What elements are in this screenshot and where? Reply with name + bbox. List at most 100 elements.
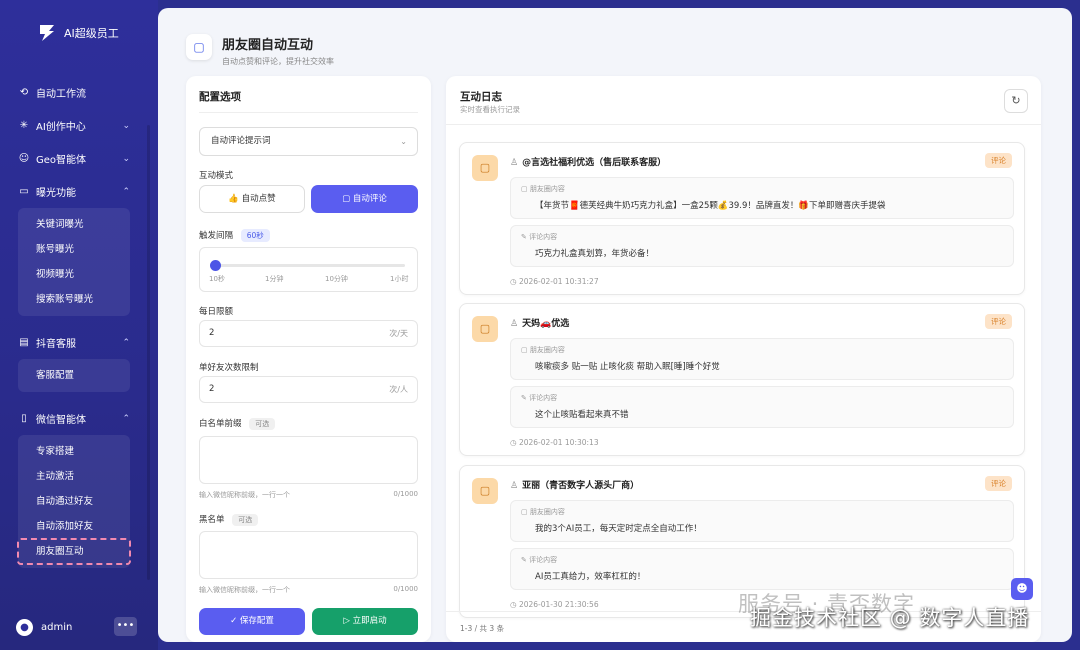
moment-label: ▢ 朋友圈内容 [521, 346, 565, 354]
log-title: 互动日志 [460, 91, 502, 103]
divider [446, 124, 1041, 125]
comment-content-box: ✎ 评论内容 巧克力礼盒真划算，年货必备！ [510, 225, 1014, 267]
friend-limit-label: 单好友次数限制 [199, 363, 259, 373]
friend-limit-input[interactable]: 2 次/人 [199, 376, 418, 403]
interval-slider-track[interactable] [213, 264, 405, 267]
interval-slider-box: 10秒 1分钟 10分钟 1小时 [199, 247, 418, 292]
page-title: 朋友圈自动互动 [222, 38, 314, 53]
phone-icon: ▯ [21, 412, 27, 424]
sidebar-subitem-video[interactable]: 视频曝光 [18, 262, 130, 287]
sidebar-item-workflow[interactable]: ⟲ 自动工作流 [0, 76, 158, 109]
sidebar-subitem-account[interactable]: 账号曝光 [18, 237, 130, 262]
sidebar-subitem-moments[interactable]: 朋友圈互动 [17, 538, 131, 565]
sidebar-item-label: Geo智能体 [36, 155, 87, 166]
save-config-label: 保存配置 [239, 616, 274, 626]
sidebar-item-label: AI创作中心 [36, 122, 86, 133]
refresh-button[interactable]: ↻ [1004, 89, 1028, 113]
sidebar-item-douyin[interactable]: ▤ 抖音客服 ⌃ [0, 326, 158, 359]
slider-tick: 1小时 [390, 275, 409, 283]
sidebar-item-label: 自动工作流 [36, 89, 86, 100]
comment-label: ✎ 评论内容 [521, 394, 558, 402]
interval-value-badge: 60秒 [240, 229, 270, 242]
chat-icon: ▢ [521, 346, 530, 354]
blacklist-count: 0/1000 [393, 585, 418, 593]
log-entry-time: ◷ 2026-01-30 21:30:56 [510, 600, 599, 609]
main-panel: ▢ 朋友圈自动互动 自动点赞和评论，提升社交效率 配置选项 自动评论提示词 ⌄ … [158, 8, 1072, 642]
comment-content: 巧克力礼盒真划算，年货必备！ [535, 249, 655, 259]
play-icon: ▷ [343, 616, 350, 626]
sidebar-subitem-search-account[interactable]: 搜索账号曝光 [18, 287, 130, 312]
clock-icon: ◷ [510, 600, 519, 609]
moment-content-box: ▢ 朋友圈内容 咳嗽痰多 贴一贴 止咳化痰 帮助入眠[睡]睡个好觉 [510, 338, 1014, 380]
app-logo[interactable]: AI超级员工 [36, 22, 119, 44]
blacklist-textarea[interactable] [199, 531, 418, 579]
log-entry[interactable]: ▢ ♙ @言选社福利优选（售后联系客服） 评论 ▢ 朋友圈内容 【年货节🧧德芙经典… [459, 142, 1025, 295]
sidebar-item-wechat[interactable]: ▯ 微信智能体 ⌃ [0, 402, 158, 435]
sidebar-scrollbar[interactable] [147, 125, 150, 580]
sidebar-item-label: 微信智能体 [36, 415, 86, 426]
user-icon: ♙ [510, 158, 519, 168]
sidebar-subitem-auto-accept[interactable]: 自动通过好友 [18, 489, 130, 514]
whitelist-hint: 输入微信昵称前缀，一行一个 [199, 491, 290, 499]
pagination-info: 1-3 / 共 3 条 [460, 624, 505, 633]
moment-label: ▢ 朋友圈内容 [521, 508, 565, 516]
blacklist-hint: 输入微信昵称前缀，一行一个 [199, 586, 290, 594]
comment-label: ✎ 评论内容 [521, 233, 558, 241]
assistant-robot-icon[interactable]: ☻ [1011, 578, 1033, 600]
prompt-select[interactable]: 自动评论提示词 ⌄ [199, 127, 418, 156]
config-card: 配置选项 自动评论提示词 ⌄ 互动模式 👍 自动点赞 ▢ 自动评论 触发间隔 6… [186, 76, 431, 642]
user-profile[interactable]: ● admin [16, 619, 72, 636]
start-now-button[interactable]: ▷ 立即启动 [312, 608, 418, 635]
chat-icon: ▢ [186, 34, 212, 60]
user-icon: ☺ [18, 152, 30, 164]
log-entry-name: @言选社福利优选（售后联系客服） [522, 158, 667, 168]
save-config-button[interactable]: ✓ 保存配置 [199, 608, 305, 635]
log-entry[interactable]: ▢ ♙ 天妈🚗优选 评论 ▢ 朋友圈内容 咳嗽痰多 贴一贴 止咳化痰 帮助入眠[睡… [459, 303, 1025, 456]
daily-limit-input[interactable]: 2 次/天 [199, 320, 418, 347]
app-name: AI超级员工 [64, 27, 119, 40]
douyin-submenu: 客服配置 [18, 359, 130, 392]
comment-icon: ▢ [342, 194, 351, 204]
more-button[interactable]: ••• [114, 617, 137, 636]
check-icon: ✓ [230, 616, 238, 626]
monitor-icon: ▭ [19, 185, 29, 197]
sidebar-item-geo[interactable]: ☺ Geo智能体 ⌄ [0, 142, 158, 175]
log-entry-time: ◷ 2026-02-01 10:30:13 [510, 438, 599, 447]
sidebar-subitem-service-config[interactable]: 客服配置 [18, 363, 130, 388]
logo-icon [40, 25, 54, 41]
moment-content: 我的3个AI员工，每天定时定点全自动工作！ [535, 524, 702, 534]
sidebar-subitem-keyword[interactable]: 关键词曝光 [18, 212, 130, 237]
interval-slider-handle[interactable] [210, 260, 221, 271]
whitelist-textarea[interactable] [199, 436, 418, 484]
auto-like-button[interactable]: 👍 自动点赞 [199, 185, 305, 213]
log-entry-time: ◷ 2026-02-01 10:31:27 [510, 277, 599, 286]
daily-limit-label: 每日限额 [199, 307, 234, 317]
friend-limit-unit: 次/人 [389, 385, 408, 394]
moment-content: 咳嗽痰多 贴一贴 止咳化痰 帮助入眠[睡]睡个好觉 [535, 362, 720, 372]
chevron-down-icon: ⌄ [122, 154, 130, 164]
comment-content-box: ✎ 评论内容 AI员工真给力，效率杠杠的！ [510, 548, 1014, 590]
sidebar-subitem-expert[interactable]: 专家搭建 [18, 439, 130, 464]
watermark-line2: 掘金技术社区 @ 数字人直播 [750, 606, 1030, 630]
mode-label: 互动模式 [199, 171, 234, 181]
chat-icon: ▢ [521, 508, 530, 516]
chevron-down-icon: ⌄ [400, 137, 407, 146]
chevron-up-icon: ⌃ [122, 414, 130, 424]
username: admin [41, 622, 73, 633]
clock-icon: ◷ [510, 277, 519, 286]
chevron-up-icon: ⌃ [122, 187, 130, 197]
slider-tick: 10秒 [209, 275, 225, 283]
auto-comment-button[interactable]: ▢ 自动评论 [311, 185, 418, 213]
sidebar-subitem-activate[interactable]: 主动激活 [18, 464, 130, 489]
sidebar-item-exposure[interactable]: ▭ 曝光功能 ⌃ [0, 175, 158, 208]
sidebar-item-ai-creation[interactable]: ✳ AI创作中心 ⌄ [0, 109, 158, 142]
blacklist-label-row: 黑名单 可选 [199, 513, 259, 526]
whitelist-count: 0/1000 [393, 490, 418, 498]
sidebar: AI超级员工 ⟲ 自动工作流 ✳ AI创作中心 ⌄ ☺ Geo智能体 ⌄ ▭ 曝… [0, 0, 158, 650]
chevron-up-icon: ⌃ [122, 338, 130, 348]
auto-comment-label: 自动评论 [352, 194, 387, 204]
divider [199, 112, 418, 113]
comment-icon: ▢ [472, 316, 498, 342]
moment-content-box: ▢ 朋友圈内容 【年货节🧧德芙经典牛奶巧克力礼盒】一盒25颗💰39.9！品牌直发… [510, 177, 1014, 219]
sidebar-subitem-auto-add[interactable]: 自动添加好友 [18, 514, 130, 539]
